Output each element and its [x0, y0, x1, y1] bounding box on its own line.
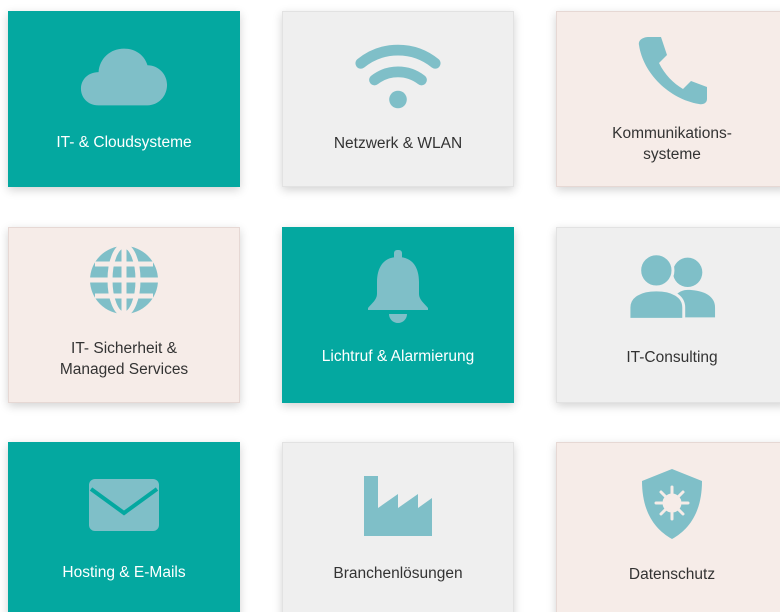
- tile-label: IT- & Cloudsysteme: [56, 134, 192, 151]
- bell-icon: [353, 249, 443, 323]
- tile-label: Lichtruf & Alarmierung: [321, 348, 475, 365]
- tile-label: IT- Sicherheit & Managed Services: [59, 340, 189, 378]
- tile-branchenloesungen[interactable]: Branchenlösungen: [282, 442, 514, 612]
- tile-lichtruf-alarmierung[interactable]: Lichtruf & Alarmierung: [282, 227, 514, 403]
- tile-label: Branchenlösungen: [333, 565, 463, 582]
- tile-label: Datenschutz: [628, 566, 716, 583]
- users-icon: [627, 250, 717, 324]
- tile-datenschutz[interactable]: Datenschutz: [556, 442, 780, 612]
- tile-label: Netzwerk & WLAN: [333, 135, 463, 152]
- tile-label: Kommunikations- systeme: [612, 125, 732, 163]
- envelope-icon: [79, 467, 169, 541]
- tile-it-cloudsysteme[interactable]: IT- & Cloudsysteme: [8, 11, 240, 187]
- phone-icon: [627, 32, 717, 106]
- tile-netzwerk-wlan[interactable]: Netzwerk & WLAN: [282, 11, 514, 187]
- globe-icon: [79, 243, 169, 317]
- tile-label: Hosting & E-Mails: [62, 564, 186, 581]
- tile-it-consulting[interactable]: IT-Consulting: [556, 227, 780, 403]
- service-tile-grid: IT- & Cloudsysteme Netzwerk & WLAN Kommu…: [0, 0, 780, 612]
- tile-it-sicherheit[interactable]: IT- Sicherheit & Managed Services: [8, 227, 240, 403]
- tile-kommunikationssysteme[interactable]: Kommunikations- systeme: [556, 11, 780, 187]
- cloud-icon: [79, 39, 169, 113]
- tile-hosting-emails[interactable]: Hosting & E-Mails: [8, 442, 240, 612]
- shield-virus-icon: [627, 467, 717, 541]
- tile-label: IT-Consulting: [626, 349, 718, 366]
- factory-icon: [353, 469, 443, 543]
- wifi-icon: [353, 40, 443, 114]
